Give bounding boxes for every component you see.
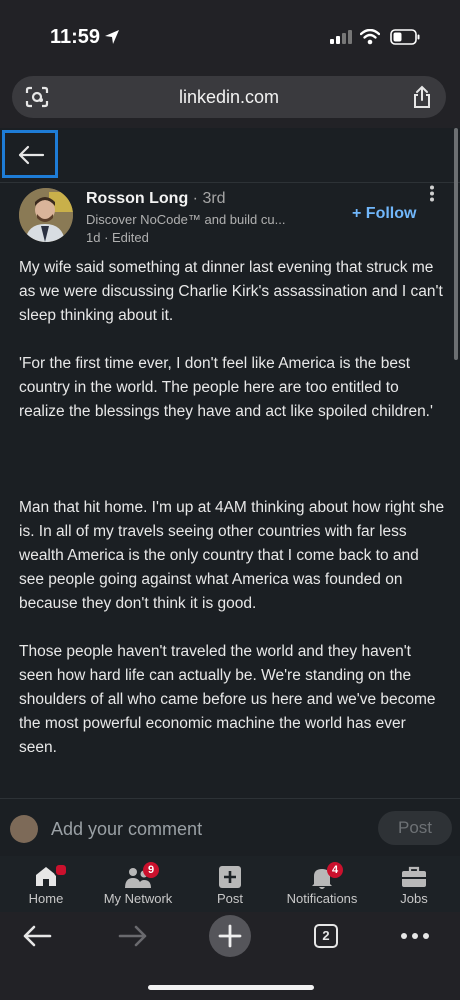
cellular-signal-icon <box>330 30 352 44</box>
add-post-icon <box>219 866 241 888</box>
tabs-button[interactable]: 2 <box>314 924 338 948</box>
nav-jobs-label: Jobs <box>400 891 428 906</box>
comment-input[interactable]: Add your comment <box>51 819 202 840</box>
follow-button[interactable]: + Follow <box>352 205 416 223</box>
arrow-left-icon <box>18 145 45 165</box>
author-name[interactable]: Rosson Long <box>86 190 188 207</box>
post-paragraph: Those people haven't traveled the world … <box>19 643 436 756</box>
follow-label: Follow <box>365 205 417 222</box>
more-options-icon[interactable] <box>428 185 436 203</box>
post-meta: 1d · Edited <box>86 230 149 245</box>
share-icon[interactable] <box>412 85 432 109</box>
connection-degree: · 3rd <box>192 190 226 207</box>
browser-back-icon[interactable] <box>22 924 52 948</box>
nav-my-network[interactable]: 9 My Network <box>92 856 184 912</box>
avatar-photo <box>19 188 73 242</box>
clock: 11:59 <box>50 26 101 48</box>
home-indicator[interactable] <box>148 985 314 990</box>
comment-bar: Add your comment Post <box>0 798 460 857</box>
nav-home[interactable]: Home <box>0 856 92 912</box>
scrollbar-thumb[interactable] <box>454 128 458 360</box>
status-bar: 11:59 <box>0 0 460 72</box>
nav-jobs[interactable]: Jobs <box>368 856 460 912</box>
location-arrow-icon <box>105 30 119 44</box>
network-badge: 9 <box>143 862 159 878</box>
author-avatar[interactable] <box>19 188 73 242</box>
browser-address-area: linkedin.com <box>0 72 460 128</box>
back-button[interactable] <box>2 130 58 178</box>
author-line: Rosson Long · 3rd <box>86 190 226 208</box>
notification-dot <box>54 863 68 877</box>
address-bar[interactable]: linkedin.com <box>12 76 446 118</box>
nav-notifications[interactable]: 4 Notifications <box>276 856 368 912</box>
post-comment-button[interactable]: Post <box>378 811 452 845</box>
nav-post-label: Post <box>216 891 243 906</box>
post-paragraph: 'For the first time ever, I don't feel l… <box>19 355 433 420</box>
nav-my-network-label: My Network <box>103 891 173 906</box>
wifi-icon <box>360 29 380 45</box>
new-tab-icon[interactable] <box>208 914 252 958</box>
url-text[interactable]: linkedin.com <box>12 87 446 108</box>
post-paragraph: Man that hit home. I'm up at 4AM thinkin… <box>19 499 445 612</box>
bottom-nav: Home 9 My Network Post 4 Notifications J… <box>0 856 460 912</box>
plus-icon: + <box>352 205 362 222</box>
page-header <box>0 128 460 183</box>
nav-post[interactable]: Post <box>184 856 276 912</box>
post-text: My wife said something at dinner last ev… <box>19 256 447 796</box>
browser-forward-icon[interactable] <box>118 924 148 948</box>
battery-icon <box>390 29 420 45</box>
briefcase-icon <box>402 866 426 887</box>
notifications-badge: 4 <box>327 862 343 878</box>
nav-notifications-label: Notifications <box>286 891 358 906</box>
nav-home-label: Home <box>28 891 64 906</box>
author-headline: Discover NoCode™ and build cu... <box>86 212 286 227</box>
post-paragraph: My wife said something at dinner last ev… <box>19 259 443 324</box>
more-menu-icon[interactable] <box>400 932 430 940</box>
user-avatar <box>10 815 38 843</box>
